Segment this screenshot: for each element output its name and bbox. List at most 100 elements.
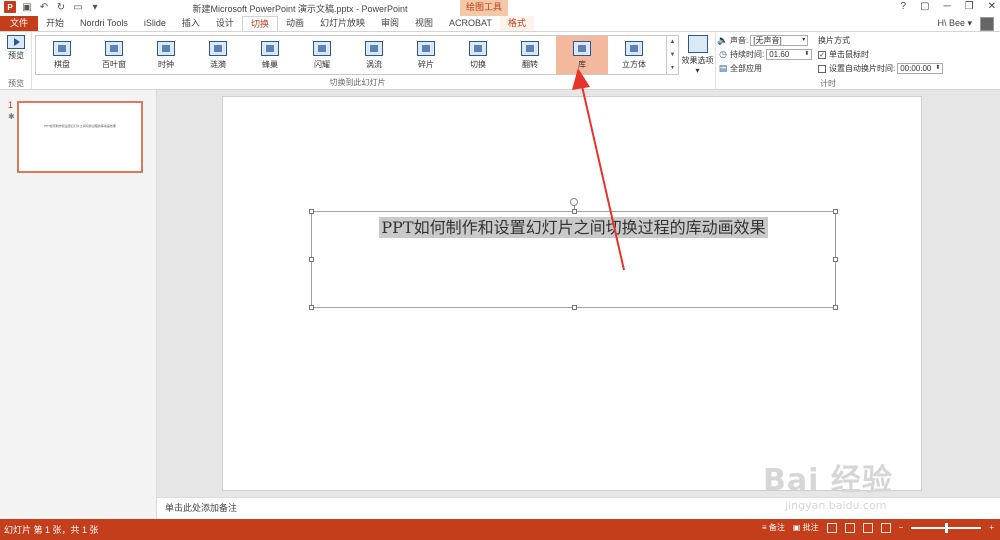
effect-vortex[interactable]: 涡流 — [348, 36, 400, 74]
tab-design[interactable]: 设计 — [208, 16, 242, 31]
restore-icon[interactable]: ❐ — [965, 1, 974, 12]
resize-handle[interactable] — [833, 257, 838, 262]
slide-thumbnail[interactable]: PPT如何制作和设置幻灯片之间切换过程的库动画效果 — [17, 101, 143, 173]
chevron-down-icon: ▾ — [695, 66, 700, 75]
slide-sorter-icon[interactable] — [844, 522, 855, 533]
gallery-up-icon[interactable]: ▲ — [667, 36, 678, 49]
vortex-icon — [365, 40, 383, 56]
clock-icon: ◷ — [719, 49, 727, 59]
resize-handle[interactable] — [833, 305, 838, 310]
gallery-down-icon[interactable]: ▼ — [667, 49, 678, 62]
slideshow-icon[interactable] — [880, 522, 891, 533]
resize-handle[interactable] — [309, 257, 314, 262]
normal-view-icon[interactable] — [826, 522, 837, 533]
transition-group-label: 切换到此幻灯片 — [329, 78, 386, 87]
preview-icon — [7, 35, 25, 49]
slide-title-text[interactable]: PPT如何制作和设置幻灯片之间切换过程的库动画效果 — [312, 214, 835, 238]
avatar[interactable] — [980, 17, 994, 31]
effect-gallery[interactable]: 库 — [556, 36, 608, 74]
tab-slideshow[interactable]: 幻灯片放映 — [312, 16, 373, 31]
tab-file[interactable]: 文件 — [0, 16, 39, 31]
sound-icon: 🔈 — [717, 35, 729, 45]
apply-all-icon: ▤ — [718, 63, 728, 73]
window-controls: ? ▢ ─ ❐ ✕ — [901, 1, 996, 12]
spin-icon[interactable]: ⬍ — [804, 50, 809, 59]
on-click-checkbox[interactable]: ✓ — [818, 50, 826, 59]
effect-ripple[interactable]: 涟漪 — [192, 36, 244, 74]
comments-toggle[interactable]: ▣ 批注 — [793, 522, 819, 533]
effect-honeycomb[interactable]: 蜂巢 — [244, 36, 296, 74]
effect-checkerboard[interactable]: 棋盘 — [36, 36, 88, 74]
ribbon-display-icon[interactable]: ▢ — [920, 1, 929, 12]
effect-clock[interactable]: 时钟 — [140, 36, 192, 74]
reading-view-icon[interactable] — [862, 522, 873, 533]
gallery-icon — [573, 40, 591, 56]
chevron-down-icon: ▾ — [802, 37, 806, 43]
tab-transitions[interactable]: 切换 — [241, 16, 278, 31]
after-time-input[interactable]: 00:00.00 ⬍ — [897, 63, 944, 74]
shred-icon — [417, 40, 435, 56]
tab-nordri-tools[interactable]: Nordri Tools — [72, 16, 136, 31]
slide-thumbnails-pane: 1 ✱ PPT如何制作和设置幻灯片之间切换过程的库动画效果 — [0, 90, 157, 519]
preview-button[interactable]: 预览 — [3, 35, 29, 61]
gallery-scroll: ▲ ▼ ▾ — [667, 35, 679, 75]
baidu-watermark: Bai 经验 jingyan.baidu.com — [763, 463, 893, 512]
tab-view[interactable]: 视图 — [407, 16, 441, 31]
ripple-icon — [209, 40, 227, 56]
spin-icon[interactable]: ⬍ — [935, 64, 940, 73]
tab-islide[interactable]: iSlide — [136, 16, 174, 31]
drawing-tools-context: 绘图工具 — [460, 0, 508, 16]
zoom-in-icon[interactable]: + — [989, 523, 994, 532]
title-textbox[interactable]: PPT如何制作和设置幻灯片之间切换过程的库动画效果 — [309, 198, 838, 310]
effect-blinds[interactable]: 百叶窗 — [88, 36, 140, 74]
tab-acrobat[interactable]: ACROBAT — [441, 16, 500, 31]
group-divider — [715, 32, 716, 90]
gallery-more-icon[interactable]: ▾ — [667, 62, 678, 75]
sound-select[interactable]: [无声音] ▾ — [750, 35, 809, 46]
blinds-icon — [105, 40, 123, 56]
on-click-label: 单击鼠标时 — [829, 50, 869, 59]
help-icon[interactable]: ? — [901, 1, 907, 12]
slide-count-status: 幻灯片 第 1 张，共 1 张 — [4, 525, 99, 535]
zoom-out-icon[interactable]: − — [899, 523, 904, 532]
effect-glitter[interactable]: 闪耀 — [296, 36, 348, 74]
minimize-icon[interactable]: ─ — [944, 1, 951, 12]
tab-insert[interactable]: 插入 — [174, 16, 208, 31]
apply-all-label: 全部应用 — [730, 64, 762, 73]
resize-handle[interactable] — [572, 305, 577, 310]
status-bar: 幻灯片 第 1 张，共 1 张 ≡ 备注 ▣ 批注 − + — [0, 519, 1000, 540]
user-account[interactable]: H\ Bee ▾ — [937, 16, 972, 31]
preview-group: 预览 预览 — [0, 32, 32, 90]
rotate-handle[interactable] — [570, 198, 578, 206]
close-icon[interactable]: ✕ — [988, 1, 996, 12]
ribbon-tabs: 文件 开始 Nordri Tools iSlide 插入 设计 切换 动画 幻灯… — [0, 16, 1000, 31]
title-bar: P ▣ ↶ ↻ ▭ ▾ 新建Microsoft PowerPoint 演示文稿.… — [0, 0, 1000, 16]
transition-star-icon: ✱ — [8, 112, 15, 121]
tab-home[interactable]: 开始 — [38, 16, 72, 31]
after-checkbox[interactable] — [818, 64, 826, 73]
tab-format[interactable]: 格式 — [499, 16, 534, 31]
effect-flip[interactable]: 翻转 — [504, 36, 556, 74]
transition-gallery: 棋盘 百叶窗 时钟 涟漪 蜂巢 闪耀 涡流 碎片 切换 翻转 库 立方体 — [35, 35, 667, 75]
resize-handle[interactable] — [309, 305, 314, 310]
duration-label: 持续时间: — [730, 50, 765, 59]
cube-icon — [625, 40, 643, 56]
effect-shred[interactable]: 碎片 — [400, 36, 452, 74]
effect-options-button[interactable]: 效果选项 ▾ — [681, 35, 714, 75]
clock-icon — [157, 40, 175, 56]
slide-canvas[interactable]: PPT如何制作和设置幻灯片之间切换过程的库动画效果 — [222, 96, 922, 491]
zoom-slider[interactable] — [911, 522, 982, 533]
glitter-icon — [313, 40, 331, 56]
tab-review[interactable]: 审阅 — [373, 16, 407, 31]
window-title: 新建Microsoft PowerPoint 演示文稿.pptx - Power… — [192, 4, 408, 14]
duration-input[interactable]: 01.60 ⬍ — [766, 49, 813, 60]
tab-animations[interactable]: 动画 — [278, 16, 312, 31]
slide-number: 1 — [8, 100, 14, 110]
effect-switch[interactable]: 切换 — [452, 36, 504, 74]
notes-toggle[interactable]: ≡ 备注 — [762, 522, 785, 533]
ribbon: 预览 预览 棋盘 百叶窗 时钟 涟漪 蜂巢 闪耀 涡流 碎片 切换 翻转 库 立… — [0, 31, 1000, 90]
advance-slide-title: 换片方式 — [818, 36, 850, 45]
switch-icon — [469, 40, 487, 56]
effect-cube[interactable]: 立方体 — [608, 36, 660, 74]
apply-all-button[interactable]: ▤ 全部应用 — [718, 63, 762, 74]
